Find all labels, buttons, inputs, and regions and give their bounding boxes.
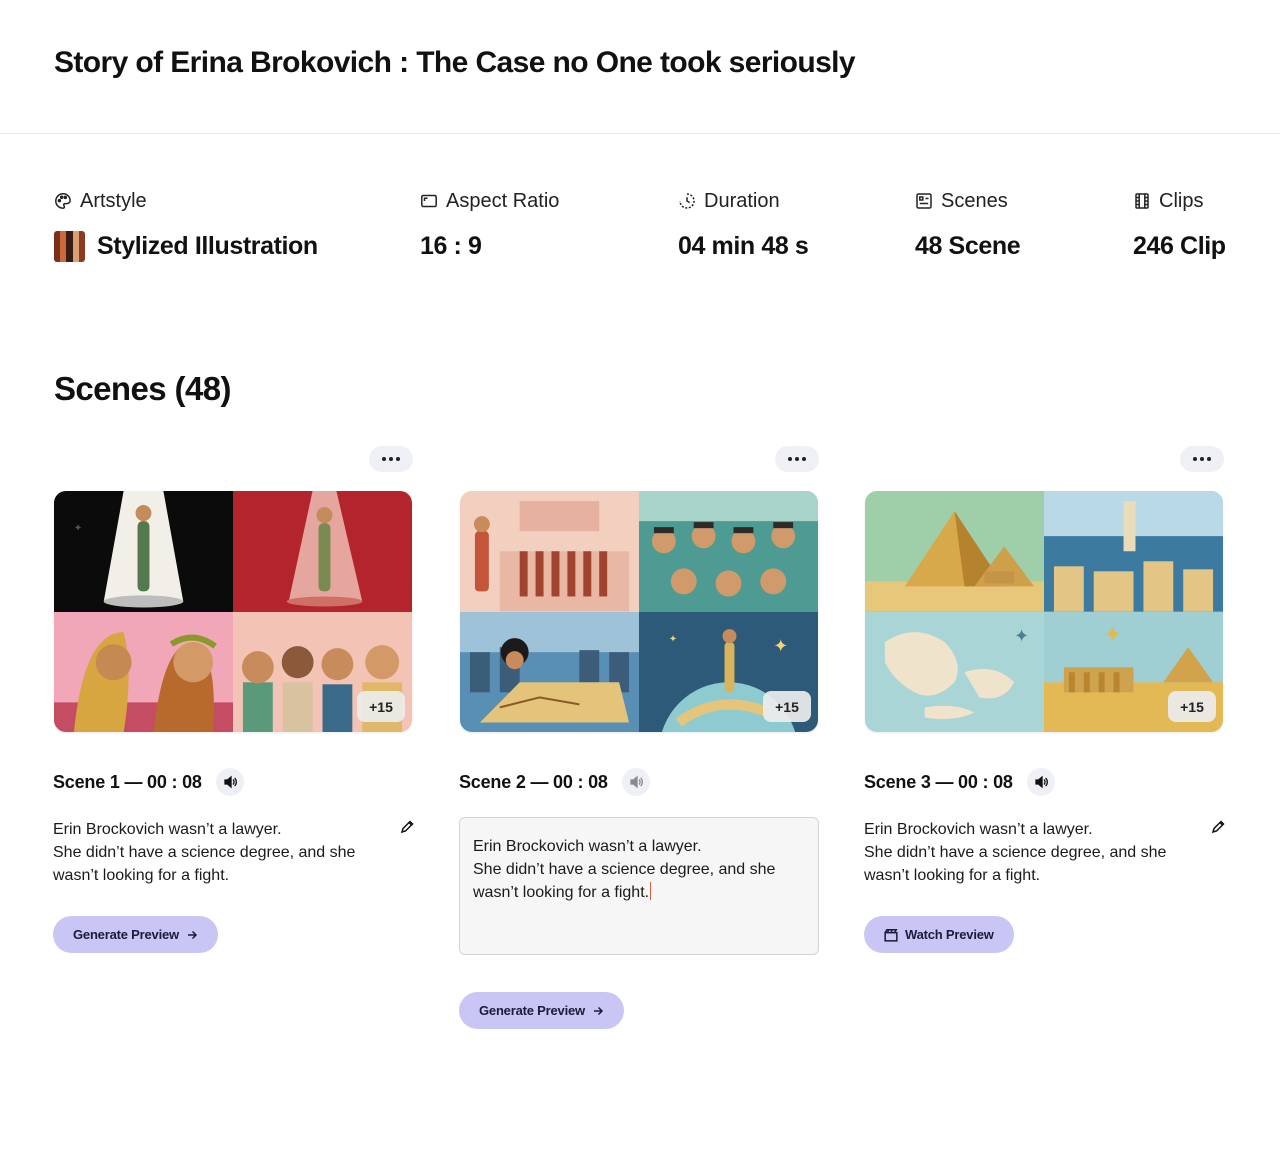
scene-thumbnail-grid[interactable]: ✦ ✦ +15 [865,491,1223,732]
more-images-badge[interactable]: +15 [357,691,405,722]
text-caret [650,882,652,900]
film-icon [1135,193,1149,209]
stat-label-clips: Clips [1159,189,1204,212]
page-header: Story of Erina Brokovich : The Case no O… [0,0,1280,134]
arrow-right-icon [593,1006,603,1015]
scene-image [639,491,818,612]
stat-value-artstyle: Stylized Illustration [97,231,318,260]
scene-image: ✦ [865,611,1044,732]
more-options-button[interactable] [775,446,819,472]
svg-text:✦: ✦ [74,523,82,534]
scene-image [460,611,639,732]
scene-description: Erin Brockovich wasn’t a lawyer. She did… [53,821,356,884]
stat-label-artstyle: Artstyle [80,189,147,212]
scenes-section-title: Scenes (48) [54,370,231,407]
scene-title: Scene 3 — 00 : 08 [864,771,1013,792]
clock-icon [679,193,695,209]
stat-label-aspect-ratio: Aspect Ratio [446,189,560,212]
pencil-icon[interactable] [1210,819,1226,835]
stat-artstyle: Artstyle Stylized Illustration [54,188,318,262]
more-dots-icon [1193,457,1197,461]
audio-toggle-button[interactable] [621,768,650,796]
scene-image [460,491,639,612]
stat-aspect-ratio: Aspect Ratio 16 : 9 [420,188,559,262]
more-dots-icon [788,457,792,461]
scene-description-editor[interactable]: Erin Brockovich wasn’t a lawyer. She did… [459,817,819,955]
stat-clips: Clips 246 Clip [1133,188,1226,262]
svg-text:✦: ✦ [1104,622,1122,647]
audio-toggle-button[interactable] [215,768,244,796]
watch-preview-button[interactable]: Watch Preview [864,916,1014,953]
svg-text:✦: ✦ [669,634,677,645]
stat-label-duration: Duration [704,189,780,212]
aspect-ratio-icon [421,194,437,208]
svg-text:✦: ✦ [1014,626,1029,646]
stat-value-duration: 04 min 48 s [678,231,809,260]
speaker-icon [224,775,237,789]
stat-value-scenes: 48 Scene [915,231,1021,260]
generate-preview-button[interactable]: Generate Preview [53,916,218,953]
scene-image [1044,491,1223,612]
stat-value-aspect-ratio: 16 : 9 [420,231,482,260]
clapperboard-icon [884,928,898,942]
generate-preview-button[interactable]: Generate Preview [459,992,624,1029]
scene-image [865,491,1044,612]
pencil-icon[interactable] [399,819,415,835]
scene-thumbnail-grid[interactable]: ✦ ✦ +15 [460,491,818,732]
more-options-button[interactable] [369,446,413,472]
svg-text:✦: ✦ [773,636,788,656]
stat-label-scenes: Scenes [941,189,1008,212]
scene-title: Scene 1 — 00 : 08 [53,771,202,792]
speaker-icon [630,775,643,789]
more-options-button[interactable] [1180,446,1224,472]
artstyle-thumbnail [54,230,85,262]
scene-title: Scene 2 — 00 : 08 [459,771,608,792]
more-images-badge[interactable]: +15 [1168,691,1216,722]
more-dots-icon [382,457,386,461]
stat-duration: Duration 04 min 48 s [678,188,809,262]
more-images-badge[interactable]: +15 [763,691,811,722]
scene-image [233,491,412,612]
scene-image: ✦ [54,491,233,612]
stat-scenes: Scenes 48 Scene [915,188,1021,262]
arrow-right-icon [187,930,197,939]
speaker-icon [1035,775,1048,789]
page-title: Story of Erina Brokovich : The Case no O… [54,46,856,79]
scene-image [54,611,233,732]
audio-toggle-button[interactable] [1026,768,1055,796]
scenes-icon [916,193,932,209]
scene-thumbnail-grid[interactable]: ✦ +15 [54,491,412,732]
scene-description: Erin Brockovich wasn’t a lawyer. She did… [864,821,1167,884]
stat-value-clips: 246 Clip [1133,231,1226,260]
palette-icon [55,193,71,209]
